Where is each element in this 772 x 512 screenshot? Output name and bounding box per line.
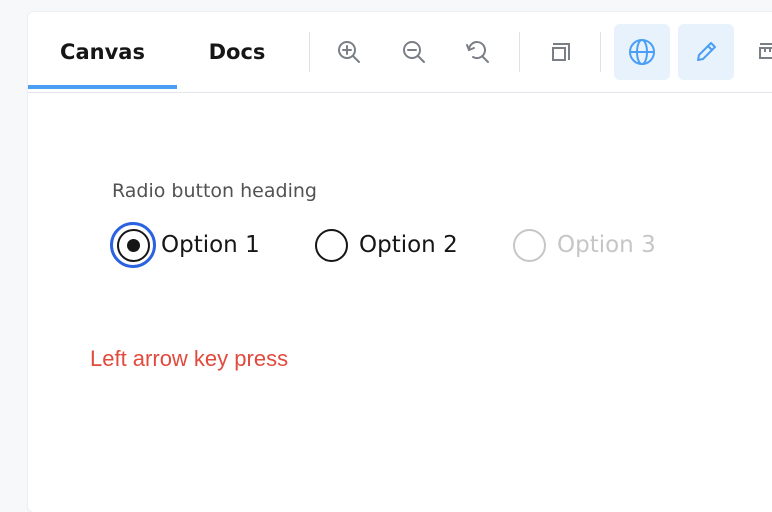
ruler-icon [759,43,772,59]
tab-docs[interactable]: Docs [177,12,297,92]
radio-label: Option 2 [359,232,458,258]
zoom-out-button[interactable] [386,24,442,80]
radio-circle [512,228,546,262]
storybook-frame: Canvas Docs Radio button heading Option … [28,12,772,512]
radio-option-2[interactable]: Option 2 [306,220,458,270]
toolbar: Canvas Docs [28,12,772,93]
layers-icon [552,43,570,61]
radio-button[interactable] [108,220,158,270]
zoom-in-icon [338,41,360,63]
radio-option-3: Option 3 [504,220,656,270]
pencil-icon [697,42,716,61]
ruler-button[interactable] [742,24,772,80]
active-tab-indicator [28,85,177,89]
radio-label: Option 1 [161,232,260,258]
radio-circle [314,228,348,262]
globe-icon [629,39,655,65]
radio-label: Option 3 [557,232,656,258]
toolbar-divider [519,32,520,72]
zoom-in-button[interactable] [321,24,377,80]
canvas-area: Radio button heading Option 1 Option 2 O… [28,93,772,512]
radio-button [504,220,554,270]
radio-option-1[interactable]: Option 1 [108,220,260,270]
key-press-note: Left arrow key press [90,346,289,371]
toolbar-divider [309,32,310,72]
globe-button[interactable] [614,24,670,80]
reset-zoom-button[interactable] [450,24,506,80]
layers-button[interactable] [531,24,587,80]
reset-zoom-icon [466,41,489,63]
zoom-out-icon [403,41,425,63]
radio-group-heading: Radio button heading [112,180,317,202]
focus-ring [110,222,156,268]
toolbar-divider [600,32,601,72]
radio-button[interactable] [306,220,356,270]
pencil-button[interactable] [678,24,734,80]
tab-canvas[interactable]: Canvas [28,12,177,92]
